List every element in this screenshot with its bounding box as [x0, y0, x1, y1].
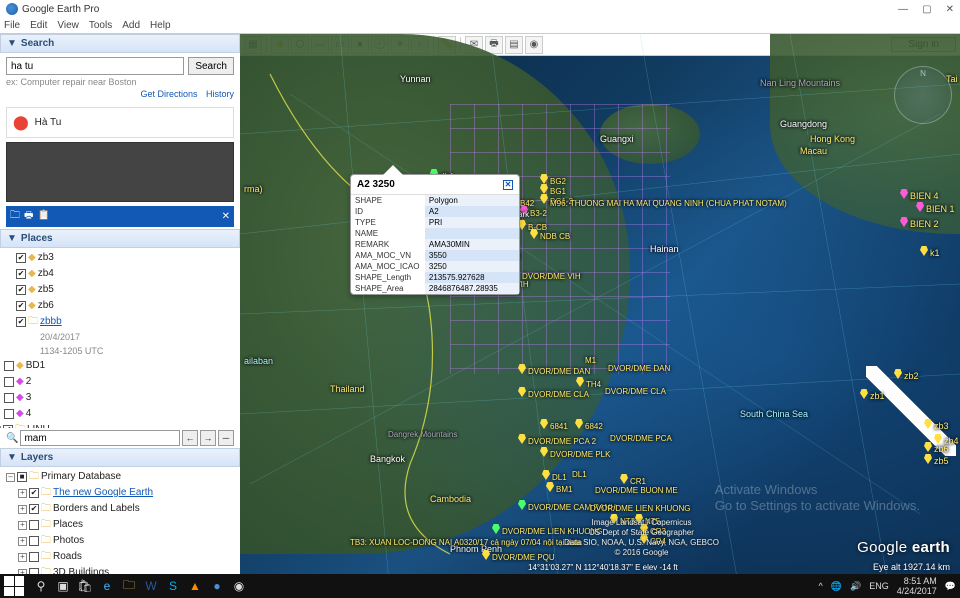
print-icon[interactable]: 🖶 [24, 210, 33, 221]
search-ad-panel [6, 142, 234, 202]
tree-item-zb6[interactable]: ✔◆zb6 [16, 298, 236, 314]
tree-item-zbbb[interactable]: ✔🗀zbbb [16, 314, 236, 330]
search-input[interactable] [6, 57, 184, 75]
find-prev-button[interactable]: ← [182, 430, 198, 446]
menu-tools[interactable]: Tools [89, 20, 112, 31]
taskbar-search-icon[interactable]: ⚲ [30, 576, 52, 596]
search-result-label: Hà Tu [35, 117, 62, 128]
ruler-overlay [866, 366, 956, 456]
menu-help[interactable]: Help [150, 20, 171, 31]
search-result-toolbar: 🗀 🖶 📋 ✕ [6, 206, 234, 227]
menu-view[interactable]: View [57, 20, 79, 31]
taskbar-word-icon[interactable]: W [140, 576, 162, 596]
find-clear-button[interactable]: ─ [218, 430, 234, 446]
tree-item-bd1[interactable]: ◆BD1 [4, 358, 236, 374]
taskbar-explorer-icon[interactable]: 🗀 [118, 576, 140, 596]
search-panel-header[interactable]: ▼Search [0, 34, 240, 53]
copy-icon[interactable]: 📋 [37, 210, 49, 221]
tree-item-2[interactable]: ◆2 [4, 374, 236, 390]
tray-up-icon[interactable]: ^ [819, 581, 823, 591]
search-hint: ex: Computer repair near Boston [6, 77, 234, 87]
start-button[interactable] [4, 576, 24, 596]
map-status: 14°31'03.27" N 112°40'18.37" E elev -14 … [528, 563, 678, 572]
menubar: File Edit View Tools Add Help [0, 18, 960, 34]
layer-item[interactable]: +✔🗀The new Google Earth [18, 485, 236, 501]
balloon-close-button[interactable]: ✕ [503, 180, 513, 190]
taskbar-chrome-icon[interactable]: ◉ [228, 576, 250, 596]
places-tree: ✔◆zb3 ✔◆zb4 ✔◆zb5 ✔◆zb6 ✔🗀zbbb 20/4/2017… [0, 248, 240, 428]
layers-panel-header[interactable]: ▼Layers [0, 448, 240, 467]
tray-clock[interactable]: 8:51 AM4/24/2017 [897, 576, 937, 596]
map-viewport[interactable]: ▦ ◆ ⬡ 〰 ▭ ● 🕘 ☀ ♄ 📏 ✉ 🖶 ▤ ◉ Sign in [240, 34, 960, 574]
tree-item-zb4[interactable]: ✔◆zb4 [16, 266, 236, 282]
taskbar-vlc-icon[interactable]: ▲ [184, 576, 206, 596]
menu-file[interactable]: File [4, 20, 20, 31]
nav-compass[interactable] [894, 66, 952, 124]
windows-taskbar: ⚲ ▣ 🛍 e 🗀 W S ▲ ● ◉ ^ 🌐 🔊 ENG 8:51 AM4/2… [0, 574, 960, 598]
layer-primary-db[interactable]: –■🗀Primary Database [6, 469, 236, 485]
window-title: Google Earth Pro [22, 4, 99, 15]
layer-item[interactable]: +🗀Places [18, 517, 236, 533]
google-earth-logo: Google earth [857, 539, 950, 556]
location-pin-icon: ⬤ [13, 114, 29, 131]
maximize-button[interactable]: ▢ [922, 4, 931, 15]
search-history-link[interactable]: History [206, 89, 234, 99]
tray-volume-icon[interactable]: 🔊 [850, 581, 861, 592]
layer-item[interactable]: +🗀3D Buildings [18, 565, 236, 574]
result-close-button[interactable]: ✕ [222, 211, 230, 222]
activate-windows-watermark: Activate Windows Go to Settings to activ… [715, 482, 920, 514]
tray-notifications-icon[interactable]: 💬 [945, 581, 956, 592]
tree-item-zb5[interactable]: ✔◆zb5 [16, 282, 236, 298]
find-next-button[interactable]: → [200, 430, 216, 446]
layer-item[interactable]: +🗀Photos [18, 533, 236, 549]
tree-item-3[interactable]: ◆3 [4, 390, 236, 406]
taskbar-taskview-icon[interactable]: ▣ [52, 576, 74, 596]
map-attribution: Image Landsat / CopernicusUS Dept of Sta… [564, 518, 719, 558]
close-button[interactable]: ✕ [946, 4, 954, 15]
window-titlebar: Google Earth Pro — ▢ ✕ [0, 0, 960, 18]
taskbar-skype-icon[interactable]: S [162, 576, 184, 596]
layer-item[interactable]: +🗀Roads [18, 549, 236, 565]
search-button[interactable]: Search [188, 57, 234, 75]
get-directions-link[interactable]: Get Directions [140, 89, 197, 99]
places-find-input[interactable] [20, 430, 180, 446]
taskbar-earth-icon[interactable]: ● [206, 576, 228, 596]
places-panel-header[interactable]: ▼Places [0, 229, 240, 248]
tray-network-icon[interactable]: 🌐 [831, 581, 842, 592]
layer-item[interactable]: +✔🗀Borders and Labels [18, 501, 236, 517]
menu-edit[interactable]: Edit [30, 20, 47, 31]
taskbar-store-icon[interactable]: 🛍 [74, 576, 96, 596]
balloon-title: A2 3250 [357, 179, 395, 190]
eye-altitude: Eye alt 1927.14 km [873, 562, 950, 572]
window-controls: — ▢ ✕ [898, 4, 954, 15]
tree-item-zb3[interactable]: ✔◆zb3 [16, 250, 236, 266]
tree-item-4[interactable]: ◆4 [4, 406, 236, 422]
menu-add[interactable]: Add [122, 20, 140, 31]
minimize-button[interactable]: — [898, 4, 908, 15]
sidebar: ▼Search Search ex: Computer repair near … [0, 34, 240, 574]
layers-tree: –■🗀Primary Database +✔🗀The new Google Ea… [0, 467, 240, 574]
app-icon [6, 3, 18, 15]
folder-icon[interactable]: 🗀 [10, 210, 20, 221]
search-result[interactable]: ⬤ Hà Tu [6, 107, 234, 138]
placemark-balloon: A2 3250 ✕ SHAPEPolygonIDA2TYPEPRINAMEREM… [350, 174, 520, 295]
taskbar-edge-icon[interactable]: e [96, 576, 118, 596]
find-icon: 🔍 [6, 433, 18, 444]
tray-language[interactable]: ENG [869, 581, 889, 591]
balloon-attribute-table: SHAPEPolygonIDA2TYPEPRINAMEREMARKAMA30MI… [351, 195, 519, 294]
